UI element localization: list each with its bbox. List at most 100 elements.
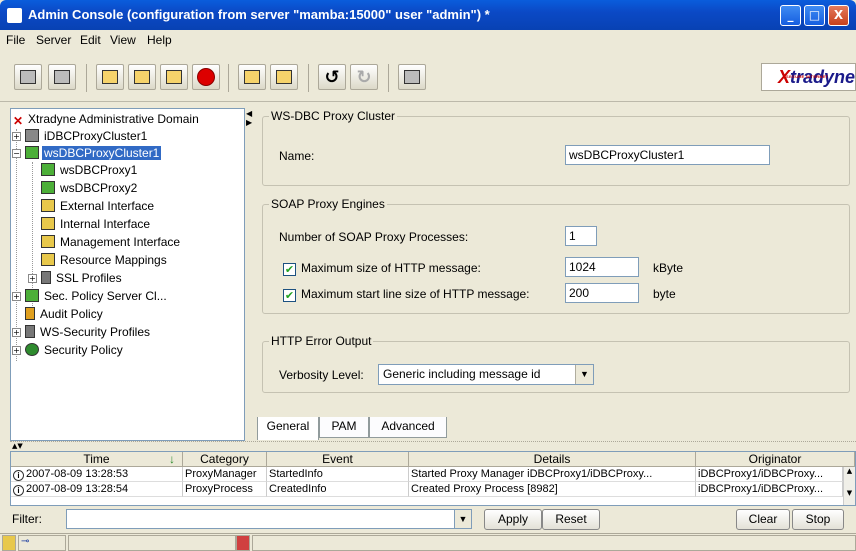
tree-item-label: Resource Mappings: [60, 253, 167, 267]
log-row-event[interactable]: StartedInfo: [267, 467, 409, 482]
vertical-splitter[interactable]: ◀ ▶: [245, 108, 253, 441]
stop-log-button[interactable]: Stop: [792, 509, 844, 530]
menu-view[interactable]: View: [110, 33, 136, 47]
log-row-originator[interactable]: iDBCProxy1/iDBCProxy...: [696, 482, 843, 497]
column-header-details[interactable]: Details: [409, 452, 696, 467]
refresh-proxy-button[interactable]: [160, 64, 188, 90]
filter-dropdown[interactable]: ▼: [454, 509, 472, 529]
save-icon: [54, 70, 70, 84]
tree-item-ssl-profiles[interactable]: SSL Profiles: [41, 270, 124, 287]
cluster-group: WS-DBC Proxy Cluster Name: wsDBCProxyClu…: [262, 109, 850, 186]
scroll-up-icon[interactable]: ▲: [844, 467, 855, 475]
tree-item-external-interface[interactable]: External Interface: [41, 198, 156, 215]
log-scrollbar[interactable]: ▲ ▼: [843, 467, 855, 505]
menu-server[interactable]: Server: [36, 33, 71, 47]
tree-item-wsdbcproxy1[interactable]: wsDBCProxy1: [41, 162, 139, 179]
mapping-icon: [41, 253, 55, 266]
tree-item-ws-security-profiles[interactable]: WS-Security Profiles: [25, 324, 152, 341]
tree-item-wsdbcproxy2[interactable]: wsDBCProxy2: [41, 180, 139, 197]
tree-item-idbcproxycluster1[interactable]: iDBCProxyCluster1: [25, 128, 149, 145]
close-button[interactable]: X: [828, 5, 849, 26]
undeploy-button[interactable]: [270, 64, 298, 90]
log-row-details[interactable]: Created Proxy Process [8982]: [409, 482, 696, 497]
log-row-details[interactable]: Started Proxy Manager iDBCProxy1/iDBCPro…: [409, 467, 696, 482]
stop-button[interactable]: [192, 64, 220, 90]
minimize-button[interactable]: _: [780, 5, 801, 26]
chevron-down-icon[interactable]: ▼: [575, 365, 593, 384]
maximize-button[interactable]: □: [804, 5, 825, 26]
reset-button[interactable]: Reset: [542, 509, 600, 530]
expand-icon[interactable]: +: [12, 132, 21, 141]
horizontal-splitter[interactable]: ▲▼: [10, 441, 856, 451]
log-row-category[interactable]: ProxyProcess: [183, 482, 267, 497]
save-button[interactable]: [48, 64, 76, 90]
log-table: Time ↓ Category Event Details Originator…: [10, 451, 856, 506]
chevron-down-icon[interactable]: ▼: [454, 509, 472, 529]
redo-button[interactable]: ↻: [350, 64, 378, 90]
toolbar-separator: [86, 64, 87, 92]
tree-item-internal-interface[interactable]: Internal Interface: [41, 216, 152, 233]
left-arrow-icon[interactable]: ◀: [246, 110, 252, 118]
log-row-time[interactable]: i 2007-08-09 13:28:53: [11, 467, 183, 482]
add-proxy-button[interactable]: [96, 64, 124, 90]
max-http-unit: kByte: [653, 261, 684, 275]
name-field[interactable]: wsDBCProxyCluster1: [565, 145, 770, 165]
cluster-group-title: WS-DBC Proxy Cluster: [269, 109, 398, 123]
toolbar-separator: [308, 64, 309, 92]
scroll-down-icon[interactable]: ▼: [844, 489, 855, 497]
column-header-category[interactable]: Category: [183, 452, 267, 467]
max-http-field[interactable]: 1024: [565, 257, 639, 277]
column-header-time[interactable]: Time ↓: [11, 452, 183, 467]
tree-item-resource-mappings[interactable]: Resource Mappings: [41, 252, 169, 269]
info-icon: i: [13, 485, 24, 496]
column-header-originator[interactable]: Originator: [696, 452, 855, 467]
menu-help[interactable]: Help: [147, 33, 172, 47]
lock-icon: [25, 325, 35, 338]
menu-file[interactable]: File: [6, 33, 25, 47]
expand-icon[interactable]: +: [12, 328, 21, 337]
tree-item-wsdbcproxycluster1[interactable]: wsDBCProxyCluster1: [25, 145, 162, 162]
tree-item-label: Internal Interface: [60, 217, 151, 231]
title-bar[interactable]: Admin Console (configuration from server…: [0, 0, 856, 30]
collapse-arrows-icon[interactable]: ▲▼: [12, 442, 23, 450]
verbosity-select[interactable]: Generic including message id ▼: [378, 364, 594, 385]
tree-item-security-policy[interactable]: Security Policy: [25, 342, 125, 359]
start-proxy-button[interactable]: [128, 64, 156, 90]
undo-button[interactable]: ↺: [318, 64, 346, 90]
column-header-event[interactable]: Event: [267, 452, 409, 467]
tree-item-label: External Interface: [60, 199, 155, 213]
filter-label: Filter:: [12, 512, 42, 526]
interface-icon: [41, 235, 55, 248]
expand-icon[interactable]: +: [28, 274, 37, 283]
expand-icon[interactable]: +: [12, 292, 21, 301]
processes-field[interactable]: 1: [565, 226, 597, 246]
max-start-field[interactable]: 200: [565, 283, 639, 303]
max-start-checkbox[interactable]: ✔: [283, 289, 296, 302]
verbosity-value: Generic including message id: [383, 367, 541, 381]
log-row-category[interactable]: ProxyManager: [183, 467, 267, 482]
proxy-icon: [41, 163, 55, 176]
tab-advanced[interactable]: Advanced: [369, 417, 447, 438]
admin-console-window: Admin Console (configuration from server…: [0, 0, 856, 551]
right-arrow-icon[interactable]: ▶: [246, 119, 252, 127]
log-row-time[interactable]: i 2007-08-09 13:28:54: [11, 482, 183, 497]
log-row-event[interactable]: CreatedInfo: [267, 482, 409, 497]
apply-button[interactable]: Apply: [484, 509, 542, 530]
clear-button[interactable]: Clear: [736, 509, 790, 530]
max-start-label: Maximum start line size of HTTP message:: [301, 287, 530, 301]
tab-pam[interactable]: PAM: [319, 417, 369, 438]
tree-item-audit-policy[interactable]: Audit Policy: [25, 306, 105, 323]
log-row-originator[interactable]: iDBCProxy1/iDBCProxy...: [696, 467, 843, 482]
back-button[interactable]: [14, 64, 42, 90]
max-http-checkbox[interactable]: ✔: [283, 263, 296, 276]
tab-general[interactable]: General: [257, 417, 319, 440]
properties-button[interactable]: [398, 64, 426, 90]
tree-item-management-interface[interactable]: Management Interface: [41, 234, 182, 251]
deploy-button[interactable]: [238, 64, 266, 90]
filter-input[interactable]: [66, 509, 470, 529]
collapse-icon[interactable]: −: [12, 149, 21, 158]
tree-root[interactable]: ✕ Xtradyne Administrative Domain: [13, 111, 201, 128]
tree-item-sec-policy-server[interactable]: Sec. Policy Server Cl...: [25, 288, 169, 305]
expand-icon[interactable]: +: [12, 346, 21, 355]
menu-edit[interactable]: Edit: [80, 33, 101, 47]
